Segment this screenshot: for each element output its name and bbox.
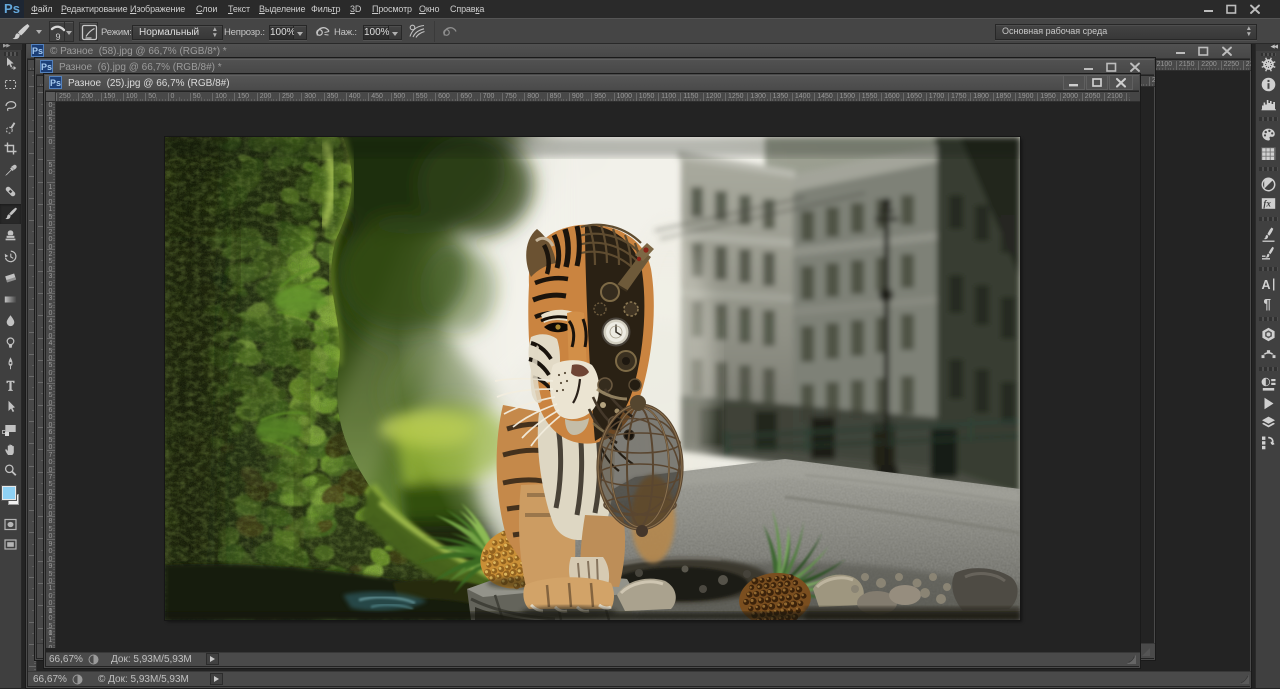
svg-text:A: A xyxy=(1262,278,1271,292)
svg-text:¶: ¶ xyxy=(1264,297,1272,312)
svg-text:9: 9 xyxy=(56,32,61,42)
svg-text:fx: fx xyxy=(1263,199,1271,209)
